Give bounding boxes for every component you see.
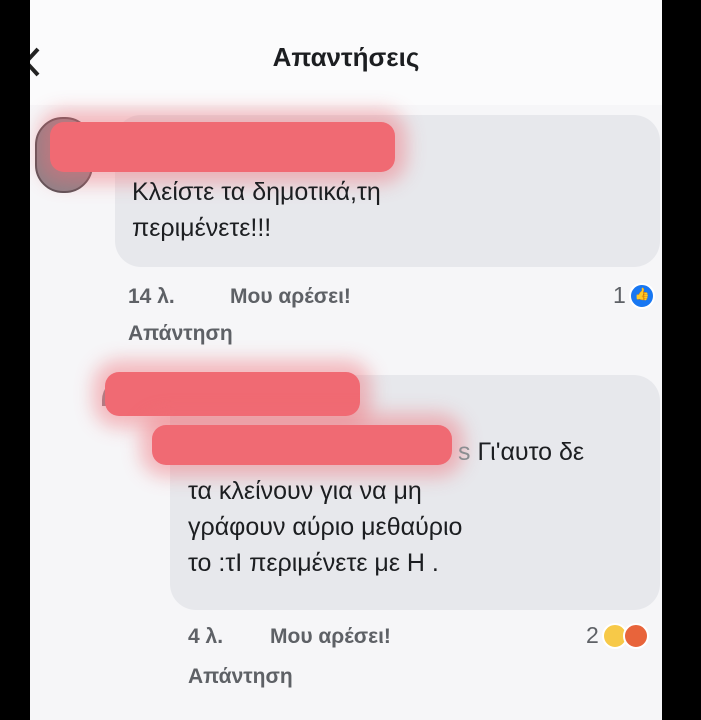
- reaction-count: 1: [613, 282, 626, 308]
- redacted-mention: [152, 425, 452, 465]
- like-button[interactable]: Μου αρέσει!: [230, 285, 351, 309]
- reaction-summary[interactable]: 1: [613, 282, 655, 309]
- comment-text-start: Γι'αυτο δε: [470, 438, 585, 466]
- comment-text: τα κλείνουν για να μη γράφουν αύριο μεθα…: [188, 477, 463, 577]
- reaction-summary[interactable]: 2: [586, 622, 649, 649]
- reaction-count: 2: [586, 622, 599, 648]
- angry-icon: [622, 622, 649, 649]
- comment-text-first-line: s Γι'αυτο δε: [458, 434, 584, 470]
- header-bar: Απαντήσεις: [30, 0, 662, 105]
- mention-tail: s: [458, 438, 471, 466]
- comment-time: 4 λ.: [188, 625, 224, 648]
- like-icon: [628, 282, 655, 309]
- redacted-username: [50, 122, 395, 172]
- reply-button[interactable]: Απάντηση: [188, 665, 293, 689]
- comment-text: Κλείστε τα δημοτικά,τη περιμένετε!!!: [132, 178, 381, 242]
- redacted-username: [105, 372, 360, 416]
- comment-time: 14 λ.: [128, 285, 175, 308]
- like-button[interactable]: Μου αρέσει!: [270, 625, 391, 649]
- reply-button[interactable]: Απάντηση: [128, 322, 233, 346]
- page-title: Απαντήσεις: [272, 42, 420, 72]
- replies-screen: Απαντήσεις Κλείστε τα δημοτικά,τη περιμέ…: [30, 0, 662, 720]
